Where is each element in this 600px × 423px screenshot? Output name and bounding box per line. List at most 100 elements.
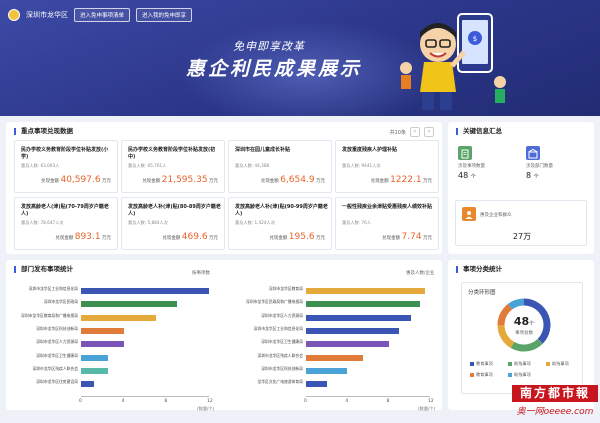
newspaper-watermark: 南方都市報 奥一网oeeee.com — [512, 385, 598, 421]
key-item-card[interactable]: 发放高龄老人补(津)贴(80-89周岁户籍老人) 惠及人数: 5,884人次 兑现金… — [121, 197, 225, 250]
key-item-card[interactable]: 发放高龄老人补(津)贴(90-99周岁户籍老人) 惠及人数: 1,424人次 兑现金… — [228, 197, 332, 250]
card-title: 发放高龄老人(津)贴(70-79周岁户籍老人) — [21, 204, 109, 217]
x-tick-label: 0 — [304, 399, 307, 405]
x-tick-label: 0 — [79, 399, 82, 405]
bar[interactable] — [306, 341, 389, 348]
key-info-title: 关键信息汇总 — [456, 128, 502, 135]
bar[interactable] — [81, 354, 108, 361]
bar[interactable] — [306, 327, 399, 334]
card-title: 发放重度残疾人护理补贴 — [342, 147, 398, 153]
card-title: 一般性残疾业余津贴受惠残疾人绩效补贴 — [342, 204, 433, 210]
left-chart-subtitle[interactable]: 按事项数 — [192, 270, 210, 276]
bar[interactable] — [306, 367, 348, 374]
card-count: 惠及人数: 9441人次 — [342, 163, 381, 168]
bar-category-label: 深圳市龙华区民政局和广播电视局 — [246, 299, 303, 305]
bar-category-label: 深圳市龙华区教育局 — [268, 286, 303, 291]
department-icon — [526, 146, 540, 160]
key-items-pager: 共10条 ‹ › — [390, 127, 434, 137]
card-amount: 兑现金额 7.74 万元 — [382, 232, 432, 242]
legend-swatch — [470, 373, 474, 377]
bar-category-label: 深圳市龙华区教育局和广播电视局 — [21, 312, 78, 318]
donut-center-value: 48个 — [513, 315, 535, 328]
city-name: 深圳市龙华区 — [26, 11, 68, 19]
legend-item[interactable]: 教育事项 — [470, 361, 493, 367]
exempt-list-button[interactable]: 进入免申事项清单 — [74, 8, 131, 22]
key-items-panel: 重点事项兑现数据 共10条 ‹ › 民办学校义务教育阶段学位补贴发放(小学) 惠及… — [6, 122, 442, 254]
bar-category-label: 深圳市龙华区住房建设局 — [36, 379, 78, 385]
legend-label: 助残事项 — [514, 372, 531, 377]
bar[interactable] — [306, 314, 412, 321]
bar[interactable] — [306, 288, 425, 294]
card-title: 发放高龄老人补(津)贴(80-89周岁户籍老人) — [128, 204, 221, 217]
beneficiary-stat[interactable]: 惠及企业和群众 27万 — [455, 200, 587, 246]
bar[interactable] — [81, 301, 177, 308]
key-item-card[interactable]: 发放重度残疾人护理补贴 惠及人数: 9441人次兑现金额 1222.1 万元 — [335, 140, 439, 193]
item-count: 共10条 — [389, 129, 406, 136]
key-item-card[interactable]: 民办学校义务教育阶段学位补贴发放(初中) 惠及人数: 65,701人 兑现金额 21… — [121, 140, 225, 193]
x-tick-label: 12 — [428, 399, 434, 405]
legend-item[interactable]: 助残事项 — [546, 361, 569, 367]
svg-text:$: $ — [473, 35, 477, 43]
bar-category-label: 深圳市龙华区科技创新局 — [261, 365, 303, 371]
bar-category-label: 深圳市龙华区卫生健康局 — [36, 352, 78, 358]
key-info-panel: 关键信息汇总 涉及事项数量 48 个 涉及部门数量 8 个 惠及企业和群众 27… — [448, 122, 594, 254]
item-count-stat[interactable]: 涉及事项数量 48 个 — [458, 146, 485, 180]
x-tick-label: 4 — [121, 399, 125, 405]
beneficiary-label: 惠及企业和群众 — [480, 213, 512, 218]
donut-center-label: 事项总数 — [515, 331, 533, 336]
item-count-label: 涉及事项数量 — [458, 164, 485, 169]
legend-swatch — [508, 362, 512, 366]
banner-slogan: 免申即享改革 — [233, 40, 305, 53]
bar[interactable] — [81, 327, 124, 334]
key-item-card[interactable]: 一般性残疾业余津贴受惠残疾人绩效补贴 惠及人数: 76人兑现金额 7.74 万元 — [335, 197, 439, 250]
people-icon — [462, 207, 476, 221]
legend-item[interactable]: 助残事项 — [508, 372, 531, 378]
my-exempt-button[interactable]: 进入我的免申即享 — [136, 8, 193, 22]
legend-item[interactable]: 教育事项 — [470, 372, 493, 378]
donut-slice[interactable] — [510, 338, 543, 352]
bar[interactable] — [81, 314, 156, 321]
dept-stats-title: 部门发布事项统计 — [14, 266, 73, 273]
key-item-card[interactable]: 深圳市在园儿童成长补贴 惠及人数: 44,388 兑现金额 6,654.9 万元 — [228, 140, 332, 193]
bar[interactable] — [81, 367, 108, 374]
next-page-button[interactable]: › — [424, 127, 434, 137]
card-title: 民办学校义务教育阶段学位补贴发放(小学) — [21, 147, 109, 160]
x-tick-label: 12 — [207, 399, 213, 405]
mascot-illustration: $ — [400, 13, 506, 110]
document-icon — [458, 146, 472, 160]
prev-page-button[interactable]: ‹ — [410, 127, 420, 137]
dept-count-stat[interactable]: 涉及部门数量 8 个 — [526, 146, 553, 180]
card-count: 惠及人数: 65,701人 — [128, 163, 167, 168]
legend-swatch — [546, 362, 550, 366]
card-amount: 兑现金额 40,597.6 万元 — [41, 175, 111, 185]
card-amount: 兑现金额 1222.1 万元 — [370, 175, 432, 185]
donut-slice[interactable] — [507, 298, 525, 310]
banner-title: 惠企利民成果展示 — [186, 58, 363, 80]
bar[interactable] — [306, 354, 363, 361]
card-amount: 兑现金额 893.1 万元 — [55, 232, 111, 242]
key-item-card[interactable]: 发放高龄老人(津)贴(70-79周岁户籍老人) 惠及人数: 78,647人次 兑现金… — [14, 197, 118, 250]
bar[interactable] — [81, 341, 124, 348]
bar-category-label: 深圳市龙华区工业和信息化局 — [28, 286, 78, 291]
bar[interactable] — [306, 301, 420, 308]
bar-category-label: 深圳市龙华区工业和信息化局 — [253, 325, 303, 331]
x-axis-line — [306, 396, 430, 398]
bar[interactable] — [81, 381, 94, 388]
card-amount: 兑现金额 6,654.9 万元 — [260, 175, 325, 185]
x-axis-line — [81, 396, 209, 398]
bar[interactable] — [81, 288, 209, 294]
key-item-card[interactable]: 民办学校义务教育阶段学位补贴发放(小学) 惠及人数: 63,093人 兑现金额 40… — [14, 140, 118, 193]
card-title: 民办学校义务教育阶段学位补贴发放(初中) — [128, 147, 216, 160]
card-amount: 兑现金额 195.6 万元 — [269, 232, 325, 242]
card-title: 发放高龄老人补(津)贴(90-99周岁户籍老人) — [235, 204, 328, 217]
x-tick-label: 8 — [386, 399, 390, 405]
watermark-logo: 南方都市報 — [512, 385, 598, 402]
right-chart-subtitle[interactable]: 惠及人数/企业 — [406, 270, 435, 276]
donut-title: 分类环形图 — [468, 290, 496, 296]
legend-label: 教育事项 — [476, 372, 493, 377]
watermark-site: 奥一网oeeee.com — [516, 407, 594, 417]
bar[interactable] — [306, 381, 327, 388]
dept-count-value: 8 个 — [526, 171, 539, 180]
legend-item[interactable]: 助残事项 — [508, 361, 531, 367]
card-count: 惠及人数: 76人 — [342, 220, 372, 225]
